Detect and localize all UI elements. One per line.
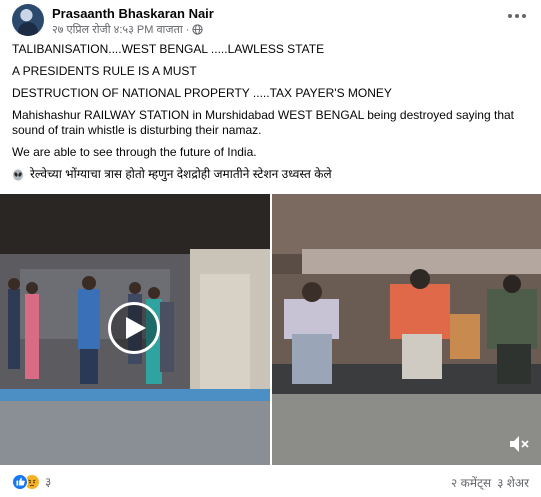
video-thumbnail-right[interactable] — [272, 194, 541, 465]
shares-count-link[interactable]: ३ शेअर — [497, 474, 529, 491]
play-button[interactable] — [108, 302, 160, 354]
engagement-stats: २ कमेंट्स ३ शेअर — [451, 474, 529, 491]
meta-separator: · — [185, 23, 190, 36]
post-text-line: A PRESIDENTS RULE IS A MUST — [12, 64, 197, 78]
post-meta: २७ एप्रिल रोजी ४:५३ PM वाजता · — [52, 22, 204, 37]
post-timestamp[interactable]: २७ एप्रिल रोजी ४:५३ PM वाजता — [52, 22, 183, 37]
play-icon — [126, 317, 146, 339]
post-text-line: We are able to see through the future of… — [12, 145, 257, 159]
post-text-line: TALIBANISATION....WEST BENGAL .....LAWLE… — [12, 42, 325, 56]
marathi-text: रेल्वेच्या भोंग्याचा त्रास होतो म्हणुन द… — [30, 167, 332, 181]
more-horizontal-icon — [508, 14, 512, 18]
reaction-count: ३ — [45, 475, 52, 489]
post-text-line: sound of train whistle is disturbing the… — [12, 123, 262, 137]
track-scene-image — [272, 194, 541, 465]
post-text-line: Mahishashur RAILWAY STATION in Murshidab… — [12, 108, 514, 122]
globe-icon[interactable] — [192, 24, 204, 35]
comments-count-link[interactable]: २ कमेंट्स — [451, 474, 491, 491]
author-name[interactable]: Prasaanth Bhaskaran Nair — [52, 6, 214, 21]
speaker-muted-icon[interactable] — [509, 435, 529, 453]
post-footer: ३ २ कमेंट्स ३ शेअर — [12, 472, 529, 492]
more-horizontal-icon — [515, 14, 519, 18]
post-media — [0, 194, 541, 465]
alien-emoji-icon — [13, 169, 23, 180]
post-body: TALIBANISATION....WEST BENGAL .....LAWLE… — [12, 42, 532, 189]
post-text-paragraph: Mahishashur RAILWAY STATION in Murshidab… — [12, 108, 532, 138]
more-horizontal-icon — [522, 14, 526, 18]
post-text-line: DESTRUCTION OF NATIONAL PROPERTY .....TA… — [12, 86, 392, 100]
post-header: Prasaanth Bhaskaran Nair २७ एप्रिल रोजी … — [12, 4, 529, 38]
video-thumbnail-left[interactable] — [0, 194, 270, 465]
reactions-summary[interactable]: ३ — [12, 473, 51, 490]
more-options-button[interactable] — [505, 6, 529, 26]
author-avatar[interactable] — [12, 4, 44, 36]
post-text-marathi: रेल्वेच्या भोंग्याचा त्रास होतो म्हणुन द… — [12, 167, 532, 182]
like-reaction-icon — [12, 473, 28, 490]
